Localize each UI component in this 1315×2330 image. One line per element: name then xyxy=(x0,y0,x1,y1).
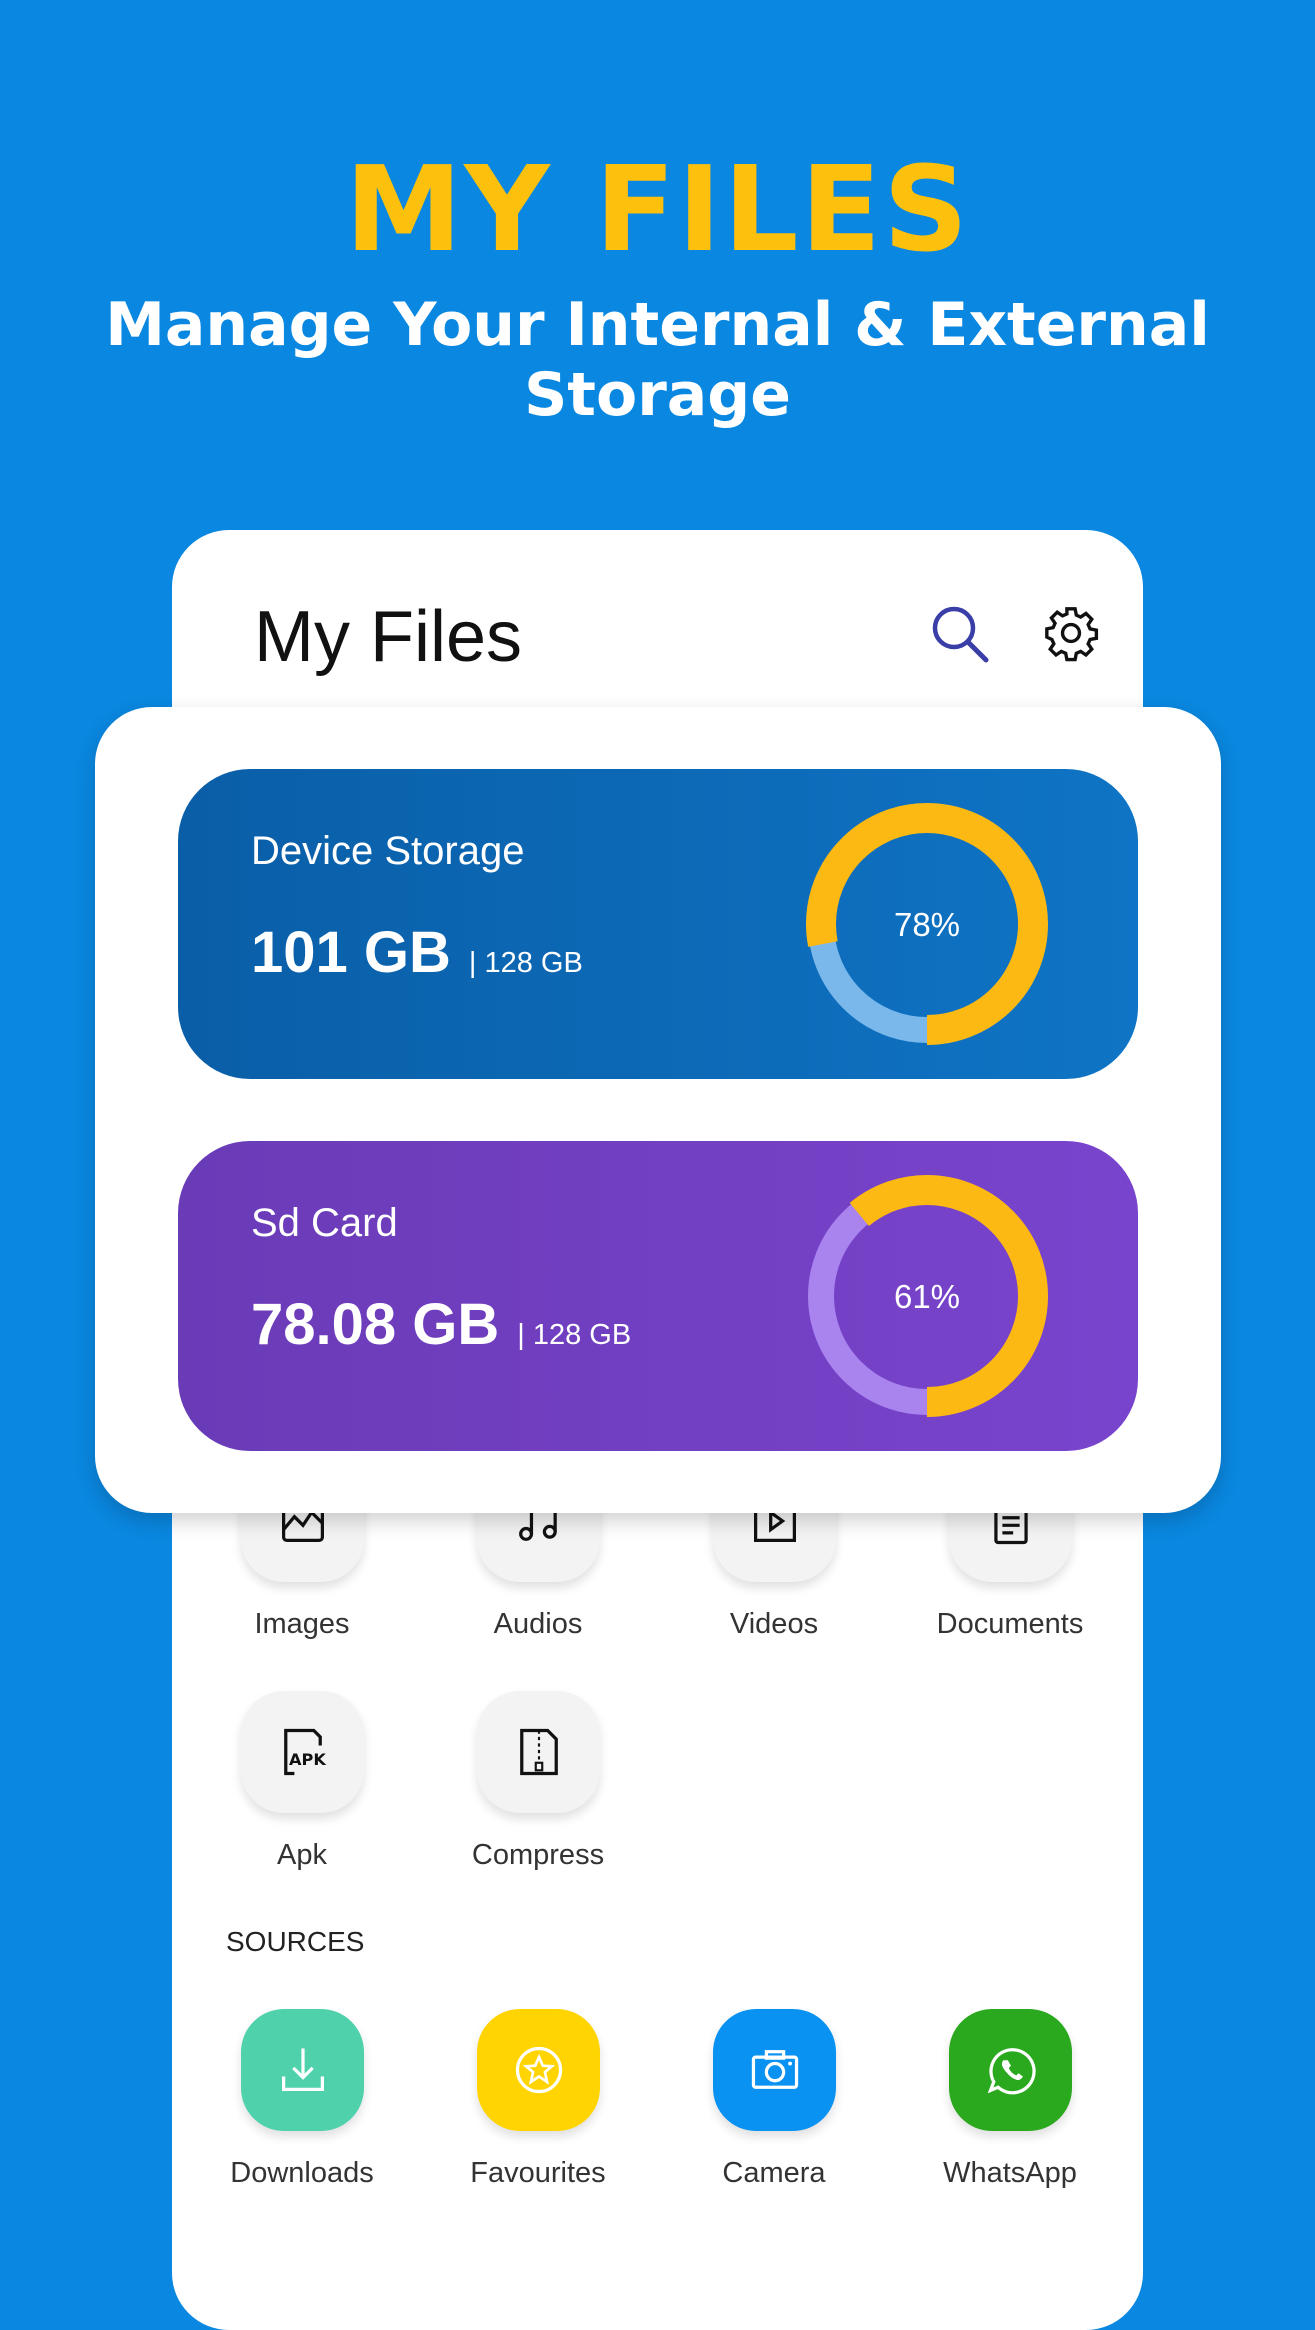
source-favourites[interactable] xyxy=(477,2009,600,2131)
device-storage-card[interactable]: Device Storage 101 GB | 128 GB 78% xyxy=(178,769,1138,1079)
svg-text:APK: APK xyxy=(289,1750,326,1769)
category-label: Documents xyxy=(936,1608,1084,1640)
storage-used: 78.08 GB | 128 GB xyxy=(251,1291,631,1358)
category-apk[interactable]: APK xyxy=(241,1691,364,1813)
storage-donut: 61% xyxy=(804,1173,1050,1419)
category-label: Compress xyxy=(471,1839,605,1871)
download-icon xyxy=(281,2048,324,2091)
storage-name: Sd Card xyxy=(251,1201,398,1245)
storage-used: 101 GB | 128 GB xyxy=(251,919,583,986)
source-label: Camera xyxy=(722,2157,826,2189)
category-label: Videos xyxy=(729,1608,819,1640)
apk-icon: APK xyxy=(283,1728,326,1776)
hero-title: MY FILES xyxy=(344,140,971,278)
app-title: My Files xyxy=(254,597,522,677)
whatsapp-icon xyxy=(987,2048,1036,2095)
source-downloads[interactable] xyxy=(241,2009,364,2131)
donut-percent: 61% xyxy=(894,1278,960,1315)
sources-heading: SOURCES xyxy=(226,1926,365,1957)
sd-card-storage-card[interactable]: Sd Card 78.08 GB | 128 GB 61% xyxy=(178,1141,1138,1451)
hero-subtitle: Manage Your Internal & External Storage xyxy=(105,290,1210,430)
storage-name: Device Storage xyxy=(251,829,525,873)
category-compress[interactable] xyxy=(477,1691,600,1813)
camera-icon xyxy=(751,2050,798,2089)
source-camera[interactable] xyxy=(713,2009,836,2131)
category-label: Images xyxy=(254,1608,350,1640)
zip-icon xyxy=(519,1728,558,1776)
star-icon xyxy=(515,2046,562,2094)
category-label: Audios xyxy=(493,1608,583,1640)
storage-panel: Device Storage 101 GB | 128 GB 78% Sd Car… xyxy=(95,707,1221,1513)
total-value: | 128 GB xyxy=(468,947,583,979)
source-label: WhatsApp xyxy=(943,2157,1077,2189)
gear-icon[interactable] xyxy=(1042,604,1106,668)
used-value: 78.08 GB xyxy=(251,1292,500,1357)
source-label: Favourites xyxy=(470,2157,606,2189)
storage-donut: 78% xyxy=(804,801,1050,1047)
source-whatsapp[interactable] xyxy=(949,2009,1072,2131)
source-label: Downloads xyxy=(230,2157,374,2189)
search-icon[interactable] xyxy=(928,602,992,666)
used-value: 101 GB xyxy=(251,920,451,985)
donut-percent: 78% xyxy=(894,906,960,943)
total-value: | 128 GB xyxy=(517,1319,632,1351)
category-label: Apk xyxy=(277,1839,327,1871)
